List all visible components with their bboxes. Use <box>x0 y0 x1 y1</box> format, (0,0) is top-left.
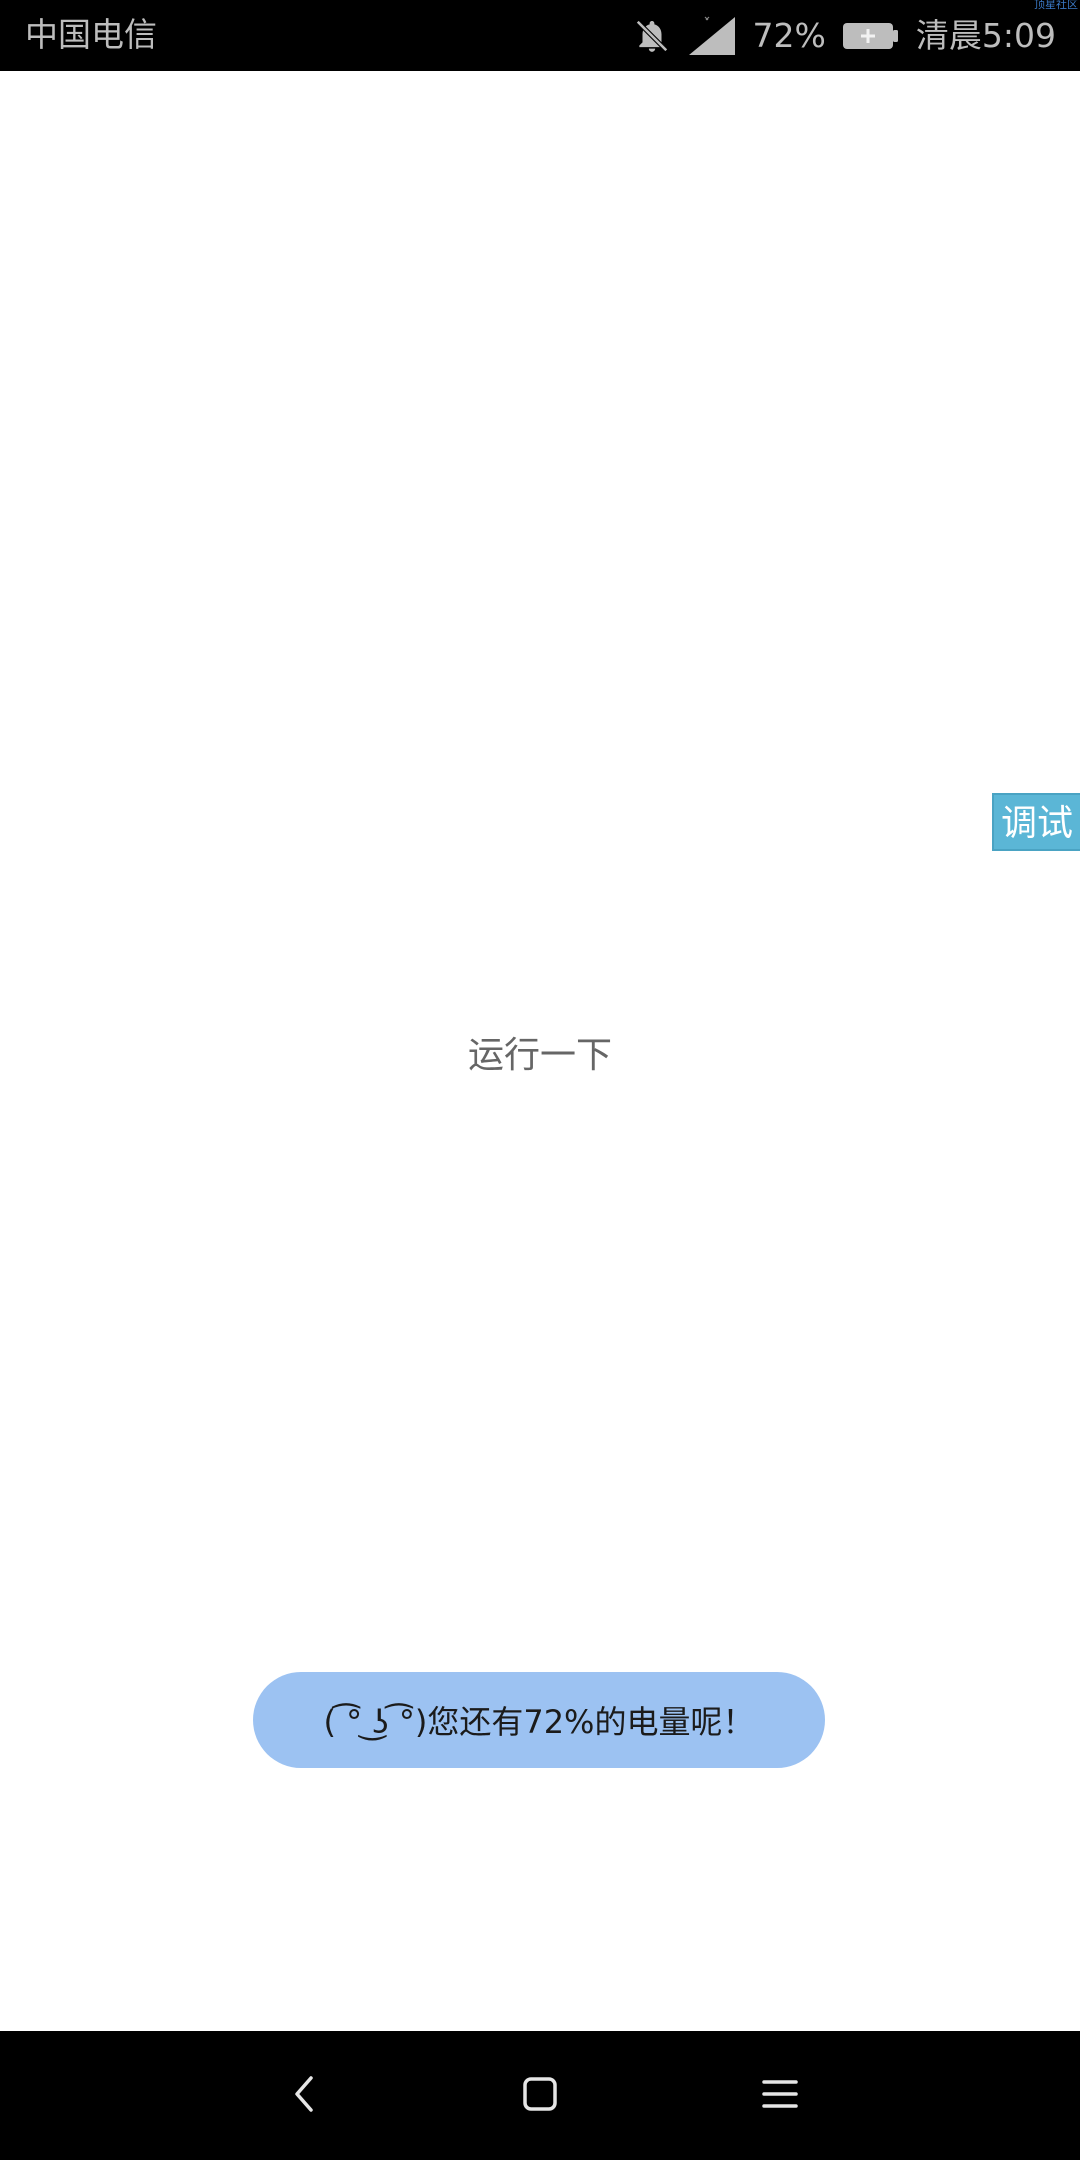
home-icon <box>520 2074 560 2118</box>
status-icons: 72% 清晨5:09 <box>633 10 1056 62</box>
navigation-bar <box>0 2031 1080 2160</box>
battery-charging-icon <box>842 20 900 52</box>
home-button[interactable] <box>505 2061 575 2131</box>
back-button[interactable] <box>270 2061 340 2131</box>
back-icon <box>285 2074 325 2118</box>
clock: 清晨5:09 <box>915 16 1056 55</box>
signal-icon <box>687 15 737 57</box>
status-bar: 顶星社区 中国电信 72% 清晨5:09 <box>0 0 1080 71</box>
toast-message: ( ͡° ͜ʖ ͡°)您还有72%的电量呢！ <box>253 1672 825 1768</box>
carrier-name: 中国电信 <box>25 15 157 54</box>
menu-icon <box>760 2074 800 2118</box>
menu-button[interactable] <box>745 2061 815 2131</box>
screen: 顶星社区 中国电信 72% 清晨5:09 调试 运行一下 (͡° ͜ʖ ͡°)… <box>0 0 1080 2160</box>
battery-percent: 72% <box>752 16 826 55</box>
run-button[interactable]: 运行一下 <box>0 1031 1080 1081</box>
debug-button[interactable]: 调试 <box>992 793 1080 851</box>
bell-off-icon <box>633 17 671 55</box>
